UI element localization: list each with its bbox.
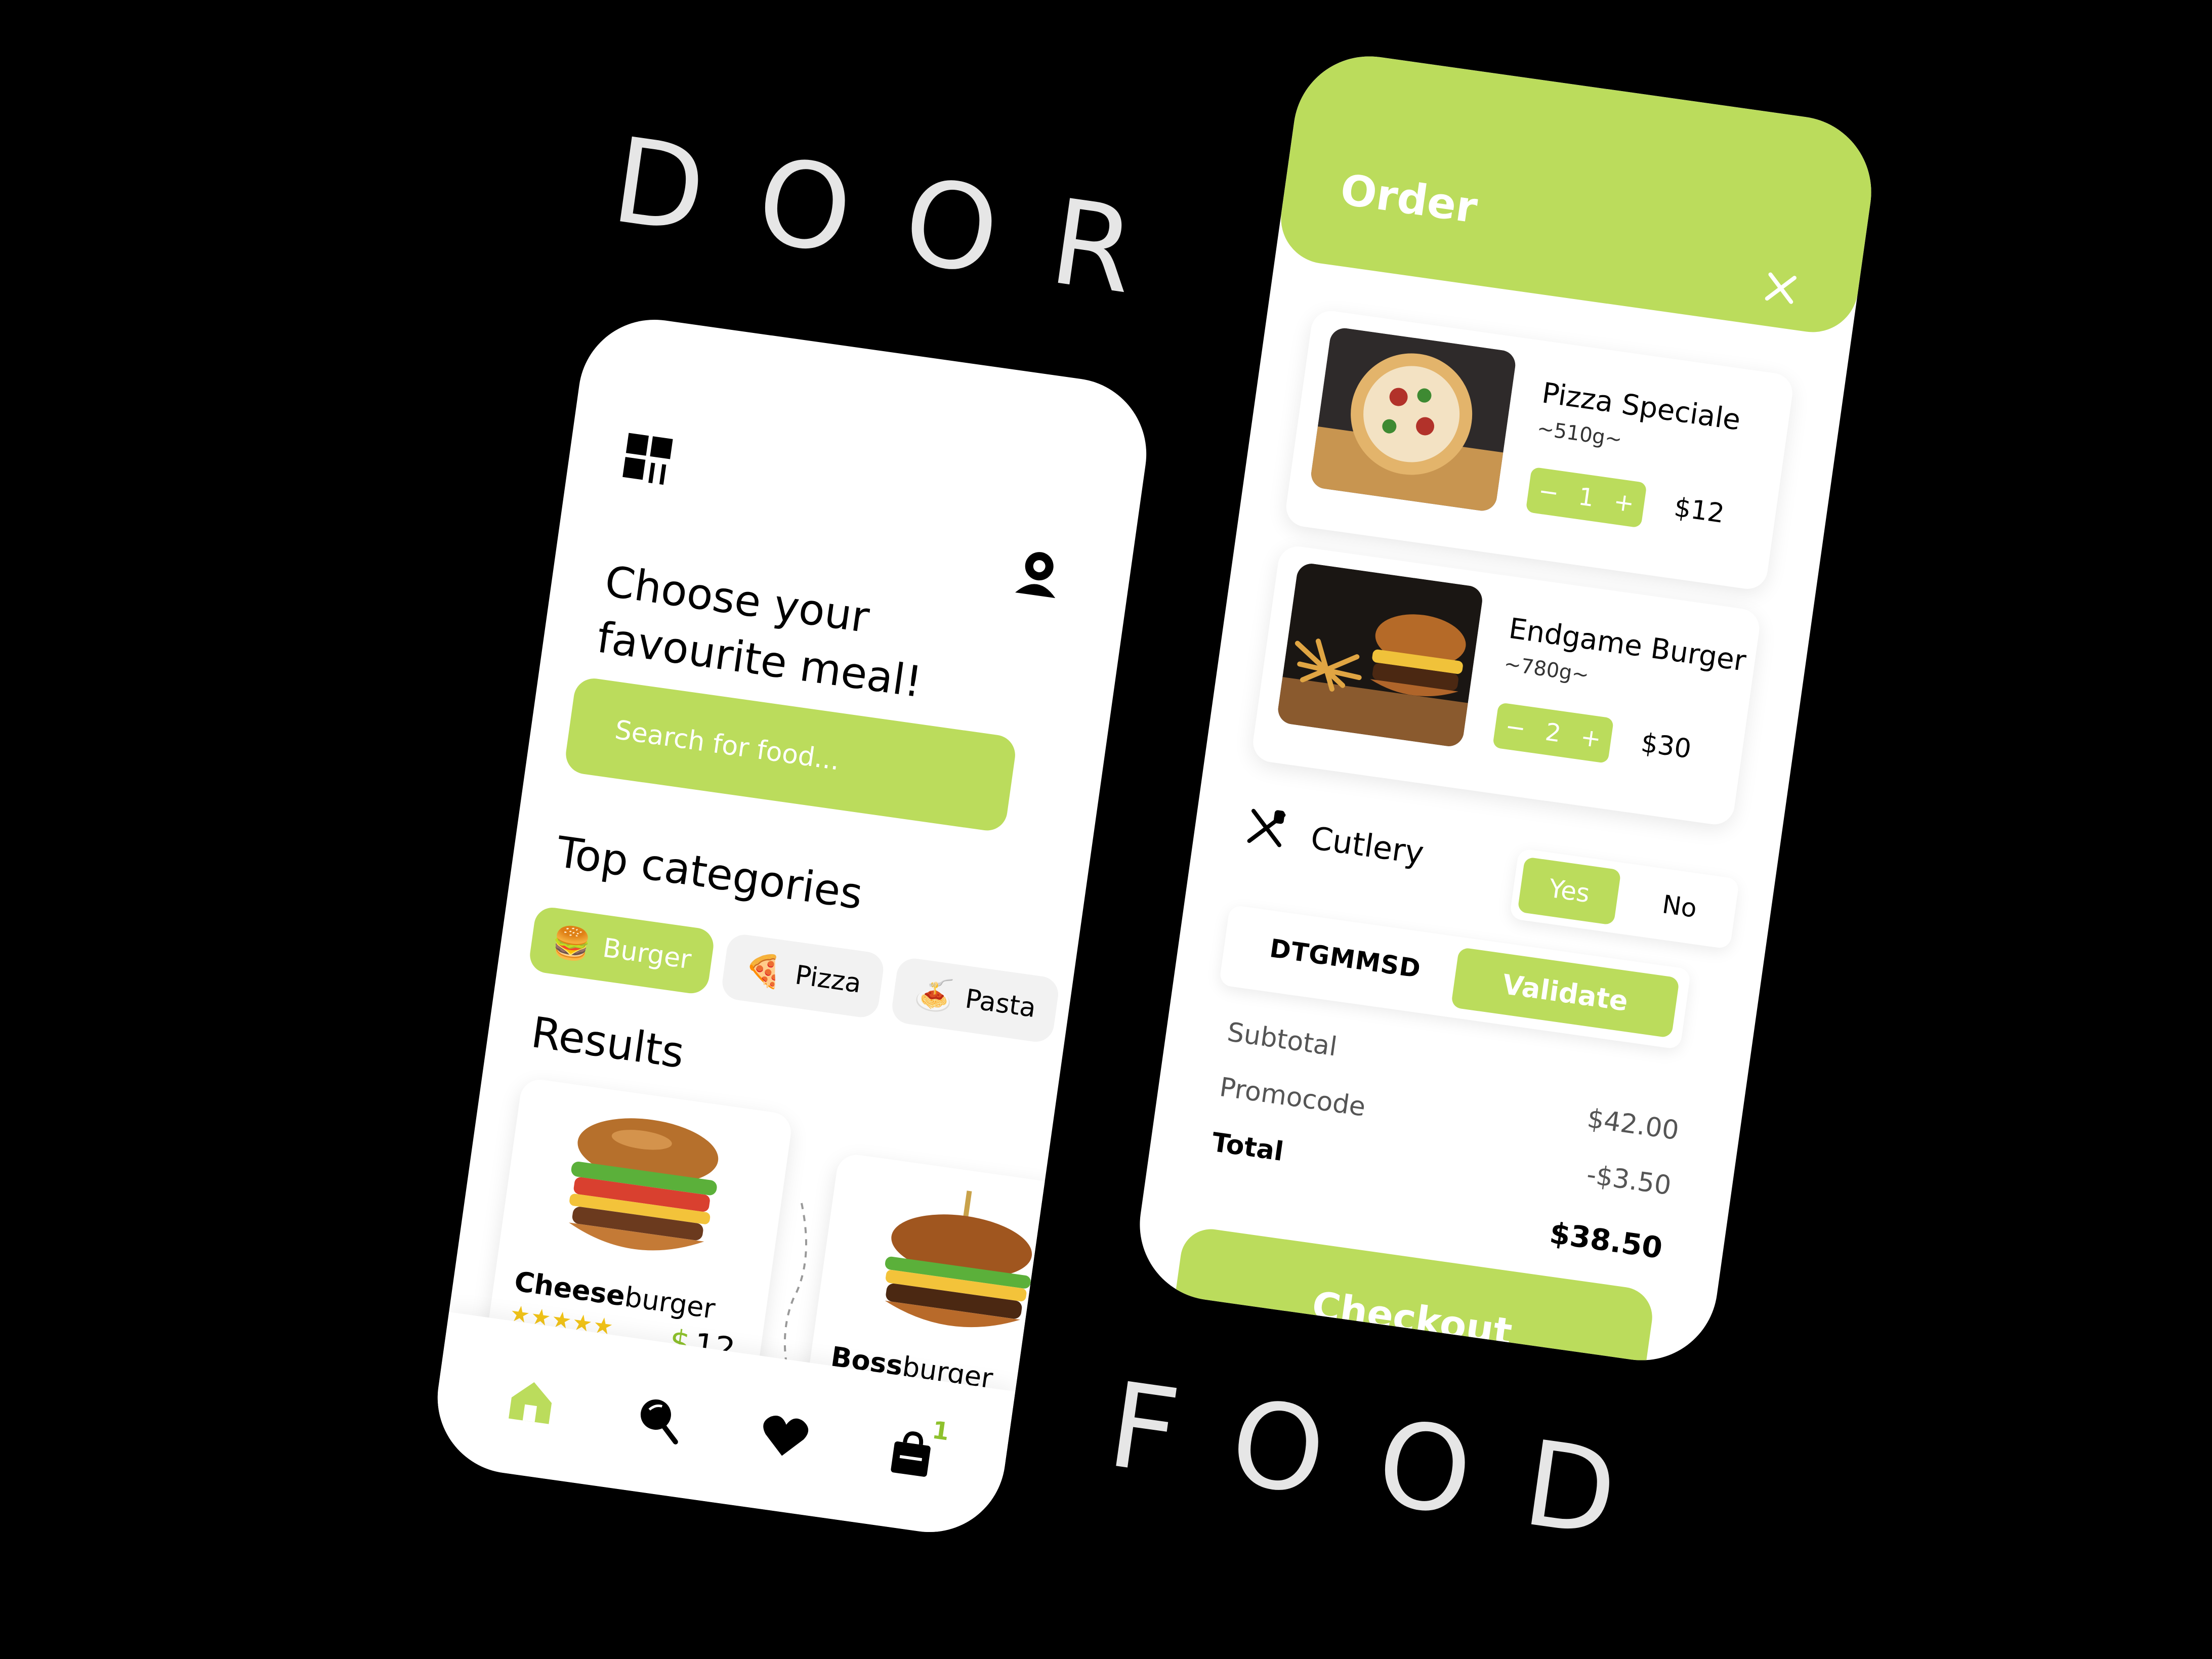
burger-fries-image [1276,562,1484,748]
decrement-button[interactable]: − [1536,477,1561,507]
cart-badge: 1 [930,1416,951,1447]
cutlery-no-option[interactable]: No [1627,872,1731,941]
cutlery-yes-option[interactable]: Yes [1517,857,1621,925]
promo-code-field[interactable]: DTGMMSD [1268,933,1423,984]
validate-button[interactable]: Validate [1450,947,1680,1038]
quantity-value: 2 [1543,717,1563,748]
cutlery-icon [1247,809,1286,847]
order-item-weight: ~510g~ [1535,416,1624,452]
pasta-icon: 🍝 [912,973,956,1015]
increment-button[interactable]: + [1612,487,1636,518]
pizza-image [1309,326,1518,513]
order-item-price: $12 [1672,492,1727,530]
burger-icon: 🍔 [550,922,594,964]
category-chip-burger[interactable]: 🍔 Burger [527,905,716,996]
increment-button[interactable]: + [1579,722,1603,753]
total-value: $38.50 [1548,1215,1665,1266]
close-icon[interactable] [1763,270,1799,306]
search-icon[interactable] [630,1389,687,1447]
subtotal-label: Subtotal [1225,1017,1339,1062]
home-icon[interactable] [503,1372,560,1429]
quantity-value: 1 [1576,482,1596,513]
profile-icon[interactable] [1010,544,1067,601]
total-label: Total [1209,1127,1285,1168]
cheeseburger-image [569,1118,719,1251]
quantity-stepper: − 2 + [1492,702,1614,764]
brand-word-top: DOOR [605,112,1198,328]
promocode-label: Promocode [1218,1072,1368,1123]
menu-grid-icon[interactable] [622,433,677,488]
category-chip-pasta[interactable]: 🍝 Pasta [890,956,1061,1044]
decrement-button[interactable]: − [1504,712,1528,743]
order-screen: Order Pizza Speciale ~510g~ − 1 + $12 En… [1130,47,1881,1370]
category-chip-pizza[interactable]: 🍕 Pizza [720,932,886,1020]
bag-nav-item[interactable]: 1 [883,1416,951,1482]
brand-word-bottom: FOOD [1101,1356,1680,1571]
category-label: Burger [601,932,693,975]
category-label: Pasta [963,984,1038,1024]
heart-icon[interactable] [756,1407,813,1464]
pizza-icon: 🍕 [742,949,786,992]
search-input[interactable]: Search for food... [563,675,1018,833]
top-categories-heading: Top categories [554,827,866,919]
subtotal-value: $42.00 [1585,1103,1681,1146]
order-item-weight: ~780g~ [1503,652,1591,688]
results-heading: Results [528,1007,688,1078]
order-item: Endgame Burger ~780g~ − 2 + $30 [1250,544,1762,827]
home-screen: Choose your favourite meal! Search for f… [428,310,1156,1542]
bossburger-image [885,1190,1032,1328]
order-item-price: $30 [1639,728,1693,765]
order-item: Pizza Speciale ~510g~ − 1 + $12 [1283,308,1795,592]
cutlery-label: Cutlery [1308,819,1427,872]
promocode-value: -$3.50 [1584,1159,1673,1202]
quantity-stepper: − 1 + [1525,466,1647,528]
cutlery-toggle: Yes No [1509,848,1740,950]
category-label: Pizza [793,960,863,999]
